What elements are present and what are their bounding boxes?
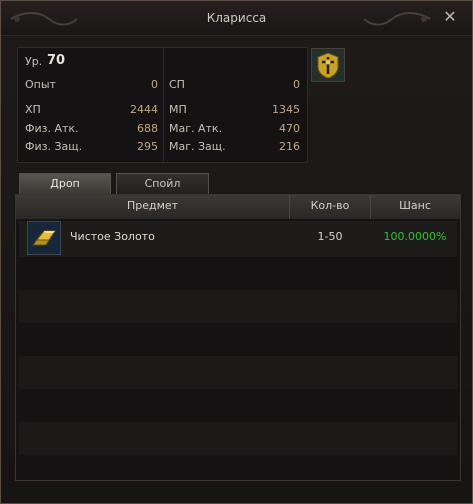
level-label: Ур. — [25, 55, 43, 68]
table-row-empty — [19, 422, 457, 455]
patk-value: 688 — [137, 122, 158, 135]
stats-panel: Ур. 70 Опыт 0 СП 0 ХП 2444 МП 1345 Физ. … — [17, 47, 308, 163]
hp-value: 2444 — [130, 103, 158, 116]
table-header: Предмет Кол-во Шанс — [16, 195, 460, 219]
table-row-empty — [19, 356, 457, 389]
pdef-label: Физ. Защ. — [25, 140, 83, 153]
race-emblem-icon — [311, 48, 345, 82]
gold-bar-icon — [27, 221, 61, 255]
mdef-value: 216 — [279, 140, 300, 153]
table-row-empty — [19, 257, 457, 290]
hp-label: ХП — [25, 103, 41, 116]
column-chance[interactable]: Шанс — [371, 195, 459, 219]
table-row-empty — [19, 290, 457, 323]
exp-label: Опыт — [25, 78, 56, 91]
sp-label: СП — [169, 78, 185, 91]
level-value: 70 — [47, 53, 66, 68]
matk-label: Маг. Атк. — [169, 122, 223, 135]
mp-value: 1345 — [272, 103, 300, 116]
title-bar[interactable]: Кларисса ✕ — [1, 1, 472, 36]
item-name: Чистое Золото — [70, 230, 155, 243]
table-row-empty — [19, 389, 457, 422]
mp-label: МП — [169, 103, 187, 116]
item-chance: 100.0000% — [383, 230, 447, 243]
tab-spoil[interactable]: Спойл — [116, 173, 209, 194]
mdef-label: Маг. Защ. — [169, 140, 226, 153]
column-qty[interactable]: Кол-во — [290, 195, 371, 219]
table-row-empty — [19, 455, 457, 480]
ornament-right-icon — [363, 12, 431, 26]
exp-value: 0 — [151, 78, 158, 91]
item-qty: 1-50 — [317, 230, 343, 243]
table-row-empty — [19, 323, 457, 356]
stats-divider — [163, 48, 164, 162]
column-item[interactable]: Предмет — [16, 195, 290, 219]
npc-info-window: Кларисса ✕ Ур. 70 Опыт 0 СП 0 ХП 2444 МП… — [0, 0, 473, 504]
tab-drop[interactable]: Дроп — [19, 173, 111, 194]
pdef-value: 295 — [137, 140, 158, 153]
sp-value: 0 — [293, 78, 300, 91]
patk-label: Физ. Атк. — [25, 122, 79, 135]
close-button[interactable]: ✕ — [442, 9, 458, 25]
matk-value: 470 — [279, 122, 300, 135]
